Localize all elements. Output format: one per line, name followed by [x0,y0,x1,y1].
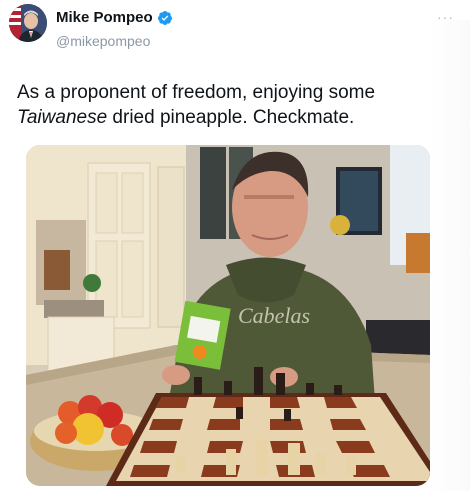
display-name[interactable]: Mike Pompeo [56,9,173,26]
hoodie-logo: Cabelas [238,303,310,328]
tweet-text-part: dried pineapple. Checkmate. [107,107,355,128]
tweet-text: As a proponent of freedom, enjoying some… [17,80,457,130]
verified-badge-icon [157,10,172,25]
avatar[interactable] [9,4,47,42]
profile-photo-icon [9,4,47,42]
author-name[interactable]: Mike Pompeo [56,9,153,26]
tweet-text-part: As a proponent of freedom, enjoying some [17,82,376,103]
tweet-card: Mike Pompeo @mikepompeo ··· As a propone… [0,0,475,491]
tweet-photo[interactable]: Cabelas [26,145,430,486]
photo-icon: Cabelas [26,145,430,486]
author-handle[interactable]: @mikepompeo [56,33,150,49]
page-edge [430,20,470,491]
tweet-text-italic: Taiwanese [17,107,108,128]
